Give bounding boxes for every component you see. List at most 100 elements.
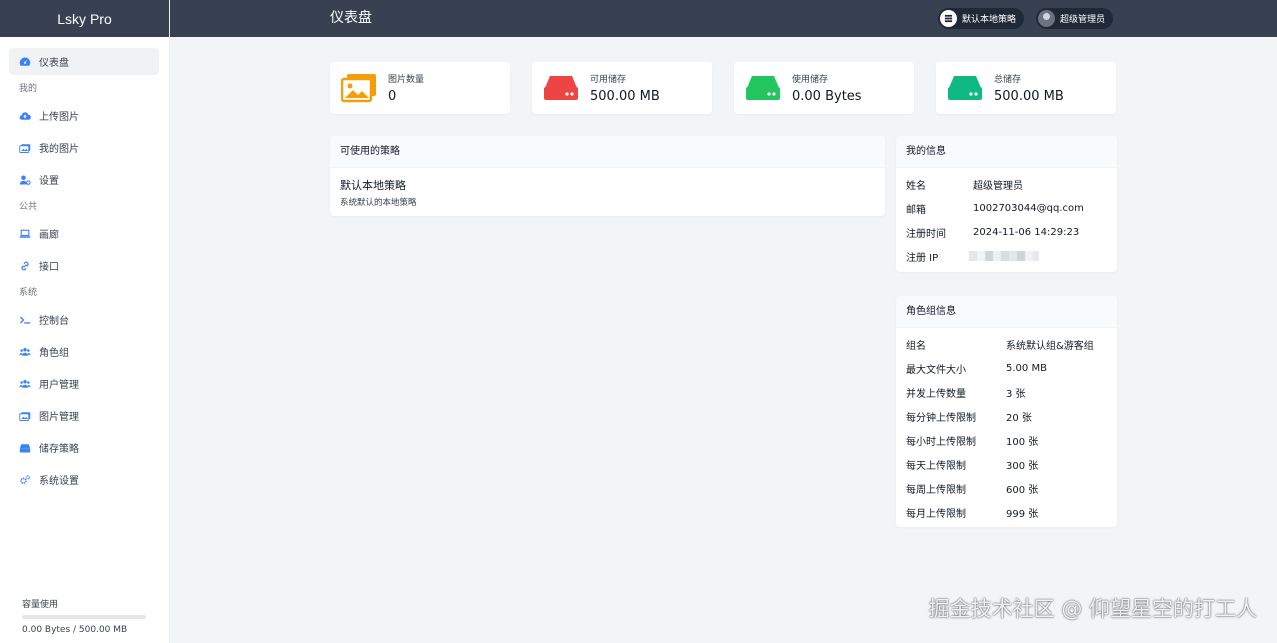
stat-card-available-storage: 可用储存 500.00 MB [532,62,712,114]
role-value: 999 张 [1006,508,1039,520]
sidebar-item-label: 上传图片 [39,112,79,123]
sidebar-item-api[interactable]: 接口 [9,252,159,279]
sidebar-item-label: 角色组 [39,348,69,359]
info-key: 姓名 [906,180,926,192]
terminal-icon [19,314,31,326]
role-value: 系统默认组&游客组 [1006,340,1094,352]
images-icon [19,410,31,422]
sidebar-item-storage-strategy[interactable]: 储存策略 [9,434,159,461]
stat-card-used-storage: 使用储存 0.00 Bytes [734,62,914,114]
stat-value: 500.00 MB [994,89,1064,104]
strategy-name: 默认本地策略 [340,179,406,192]
watermark-text: 掘金技术社区 @ 仰望星空的打工人 [928,597,1257,621]
strategy-selector-button[interactable]: 默认本地策略 [938,8,1025,29]
stat-value: 500.00 MB [590,89,660,104]
quota-title: 容量使用 [22,600,59,610]
role-key: 最大文件大小 [906,364,966,376]
page-title: 仪表盘 [330,10,372,26]
users-icon [19,346,31,358]
sidebar-item-label: 储存策略 [39,444,79,455]
quota-text: 0.00 Bytes / 500.00 MB [22,625,128,635]
strategies-panel: 可使用的策略 默认本地策略 系统默认的本地策略 [330,136,885,216]
stat-card-image-count: 图片数量 0 [330,62,510,114]
cloud-upload-icon [19,110,31,122]
role-value: 20 张 [1006,412,1032,424]
hdd-icon [544,76,578,100]
role-key: 每小时上传限制 [906,436,976,448]
role-key: 每分钟上传限制 [906,412,976,424]
user-name: 超级管理员 [1060,15,1106,25]
sidebar-item-label: 系统设置 [39,476,79,487]
sidebar-item-system-settings[interactable]: 系统设置 [9,466,159,493]
link-icon [19,260,31,272]
stat-label: 图片数量 [388,75,425,85]
sidebar-item-roles[interactable]: 角色组 [9,338,159,365]
stat-label: 使用储存 [792,75,829,85]
hdd-icon [948,76,982,100]
sidebar-item-console[interactable]: 控制台 [9,306,159,333]
nav-group-mine: 我的 [19,84,38,94]
quota-progress-bar [22,615,146,619]
sidebar-item-my-images[interactable]: 我的图片 [9,134,159,161]
role-value: 600 张 [1006,484,1039,496]
sidebar-item-label: 设置 [39,176,59,187]
stat-card-total-storage: 总储存 500.00 MB [936,62,1116,114]
panel-title: 角色组信息 [896,296,1117,328]
role-key: 每周上传限制 [906,484,966,496]
info-row-register-ip: 注册 IP [896,244,1117,268]
role-value: 300 张 [1006,460,1039,472]
role-row: 最大文件大小 5.00 MB [896,356,1117,380]
sidebar-item-label: 接口 [39,262,59,273]
list-icon [940,10,957,27]
info-row-name: 姓名 超级管理员 [896,172,1117,196]
role-row: 每小时上传限制 100 张 [896,428,1117,452]
info-row-email: 邮箱 1002703044@qq.com [896,196,1117,220]
sidebar-item-dashboard[interactable]: 仪表盘 [9,48,159,75]
info-row-register-time: 注册时间 2024-11-06 14:29:23 [896,220,1117,244]
sidebar: Lsky Pro 仪表盘 我的 上传图片 我的图片 设置 公共 画廊 接口 系统 [0,0,170,643]
sidebar-item-label: 图片管理 [39,412,79,423]
nav-group-system: 系统 [19,288,38,298]
role-row: 每周上传限制 600 张 [896,476,1117,500]
info-value: 超级管理员 [973,180,1023,192]
sidebar-item-label: 仪表盘 [39,58,69,69]
panel-title: 我的信息 [896,136,1117,168]
top-header: 仪表盘 默认本地策略 超级管理员 [170,0,1277,37]
stat-value: 0.00 Bytes [792,89,862,104]
stat-value: 0 [388,89,397,104]
my-info-panel: 我的信息 姓名 超级管理员 邮箱 1002703044@qq.com 注册时间 202… [896,136,1117,272]
images-icon [341,74,376,103]
laptop-icon [19,228,31,240]
info-value: 1002703044@qq.com [973,202,1084,214]
role-key: 组名 [906,340,926,352]
brand-logo[interactable]: Lsky Pro [0,0,169,37]
sidebar-item-image-management[interactable]: 图片管理 [9,402,159,429]
user-menu-button[interactable]: 超级管理员 [1036,8,1114,29]
sidebar-item-settings[interactable]: 设置 [9,166,159,193]
role-row: 每月上传限制 999 张 [896,500,1117,524]
hdd-icon [19,442,31,454]
role-key: 每月上传限制 [906,508,966,520]
sidebar-item-label: 我的图片 [39,144,79,155]
info-key: 注册 IP [906,252,939,264]
role-row: 组名 系统默认组&游客组 [896,332,1117,356]
cogs-icon [19,474,31,486]
role-row: 每天上传限制 300 张 [896,452,1117,476]
info-key: 注册时间 [906,228,946,240]
avatar [1038,10,1055,27]
info-value: 2024-11-06 14:29:23 [973,226,1080,238]
sidebar-item-gallery[interactable]: 画廊 [9,220,159,247]
sidebar-item-label: 控制台 [39,316,69,327]
role-info-panel: 角色组信息 组名 系统默认组&游客组 最大文件大小 5.00 MB 并发上传数量 3 … [896,296,1117,527]
role-key: 每天上传限制 [906,460,966,472]
sidebar-item-user-management[interactable]: 用户管理 [9,370,159,397]
dashboard-icon [19,56,31,68]
users-cog-icon [19,378,31,390]
role-value: 5.00 MB [1006,362,1047,374]
nav-group-public: 公共 [19,202,38,212]
ip-redacted-mosaic [969,251,1039,261]
strategy-item[interactable]: 默认本地策略 系统默认的本地策略 [330,168,885,208]
strategy-description: 系统默认的本地策略 [340,198,417,208]
sidebar-item-upload[interactable]: 上传图片 [9,102,159,129]
sidebar-nav: 仪表盘 我的 上传图片 我的图片 设置 公共 画廊 接口 系统 控制台 角色组 … [0,37,169,493]
